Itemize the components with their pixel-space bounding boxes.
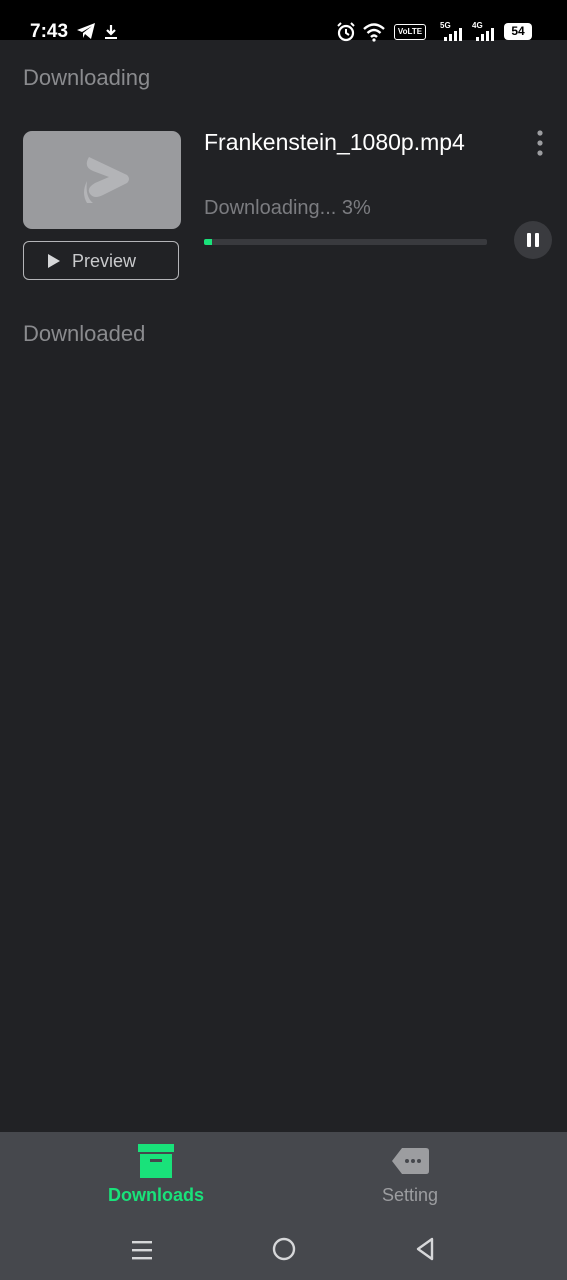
progress-bar [204, 239, 487, 245]
preview-label: Preview [72, 251, 137, 271]
telegram-icon [77, 23, 95, 39]
volte-icon: VoLTE [394, 24, 426, 40]
nav-tab-downloads[interactable]: Downloads [56, 1132, 256, 1222]
section-title-downloaded: Downloaded [23, 321, 146, 346]
signal-icon-sim2: 4G [472, 21, 498, 42]
video-placeholder-icon [84, 157, 129, 203]
signal-icon: 5G [440, 21, 466, 42]
volte-label: VoLTE [397, 27, 423, 36]
system-nav-bar [0, 1222, 567, 1280]
recents-menu-icon[interactable] [130, 1238, 154, 1262]
home-circle-icon[interactable] [271, 1236, 297, 1262]
video-thumbnail[interactable] [23, 131, 181, 229]
nav-label-setting: Setting [381, 1185, 439, 1205]
back-triangle-icon[interactable] [413, 1236, 437, 1262]
battery-level: 54 [511, 24, 525, 38]
file-name: Frankenstein_1080p.mp4 [204, 129, 465, 155]
more-options-button[interactable] [528, 128, 552, 160]
play-icon [48, 254, 60, 268]
section-title-downloading: Downloading [23, 65, 151, 90]
battery-icon: 54 [504, 23, 532, 40]
nav-tab-setting[interactable]: Setting [310, 1132, 510, 1222]
pause-button[interactable] [514, 221, 552, 259]
screen: 7:43 VoLTE 5G 4G 54 Downloading Preview … [0, 0, 567, 1280]
progress-fill [204, 239, 213, 245]
nav-label-downloads: Downloads [107, 1185, 204, 1205]
bottom-navigation: Downloads Setting [0, 1132, 567, 1222]
status-bar: 7:43 VoLTE 5G 4G 54 [0, 0, 567, 42]
archive-box-icon [138, 1144, 174, 1178]
status-time: 7:43 [30, 21, 69, 42]
download-arrow-icon [105, 25, 117, 39]
alarm-icon [337, 22, 355, 42]
download-status: Downloading... 3% [204, 197, 371, 219]
more-vert-icon [537, 130, 543, 156]
setting-tag-icon [392, 1148, 429, 1174]
wifi-icon [363, 23, 385, 42]
preview-button[interactable]: Preview [23, 241, 179, 280]
